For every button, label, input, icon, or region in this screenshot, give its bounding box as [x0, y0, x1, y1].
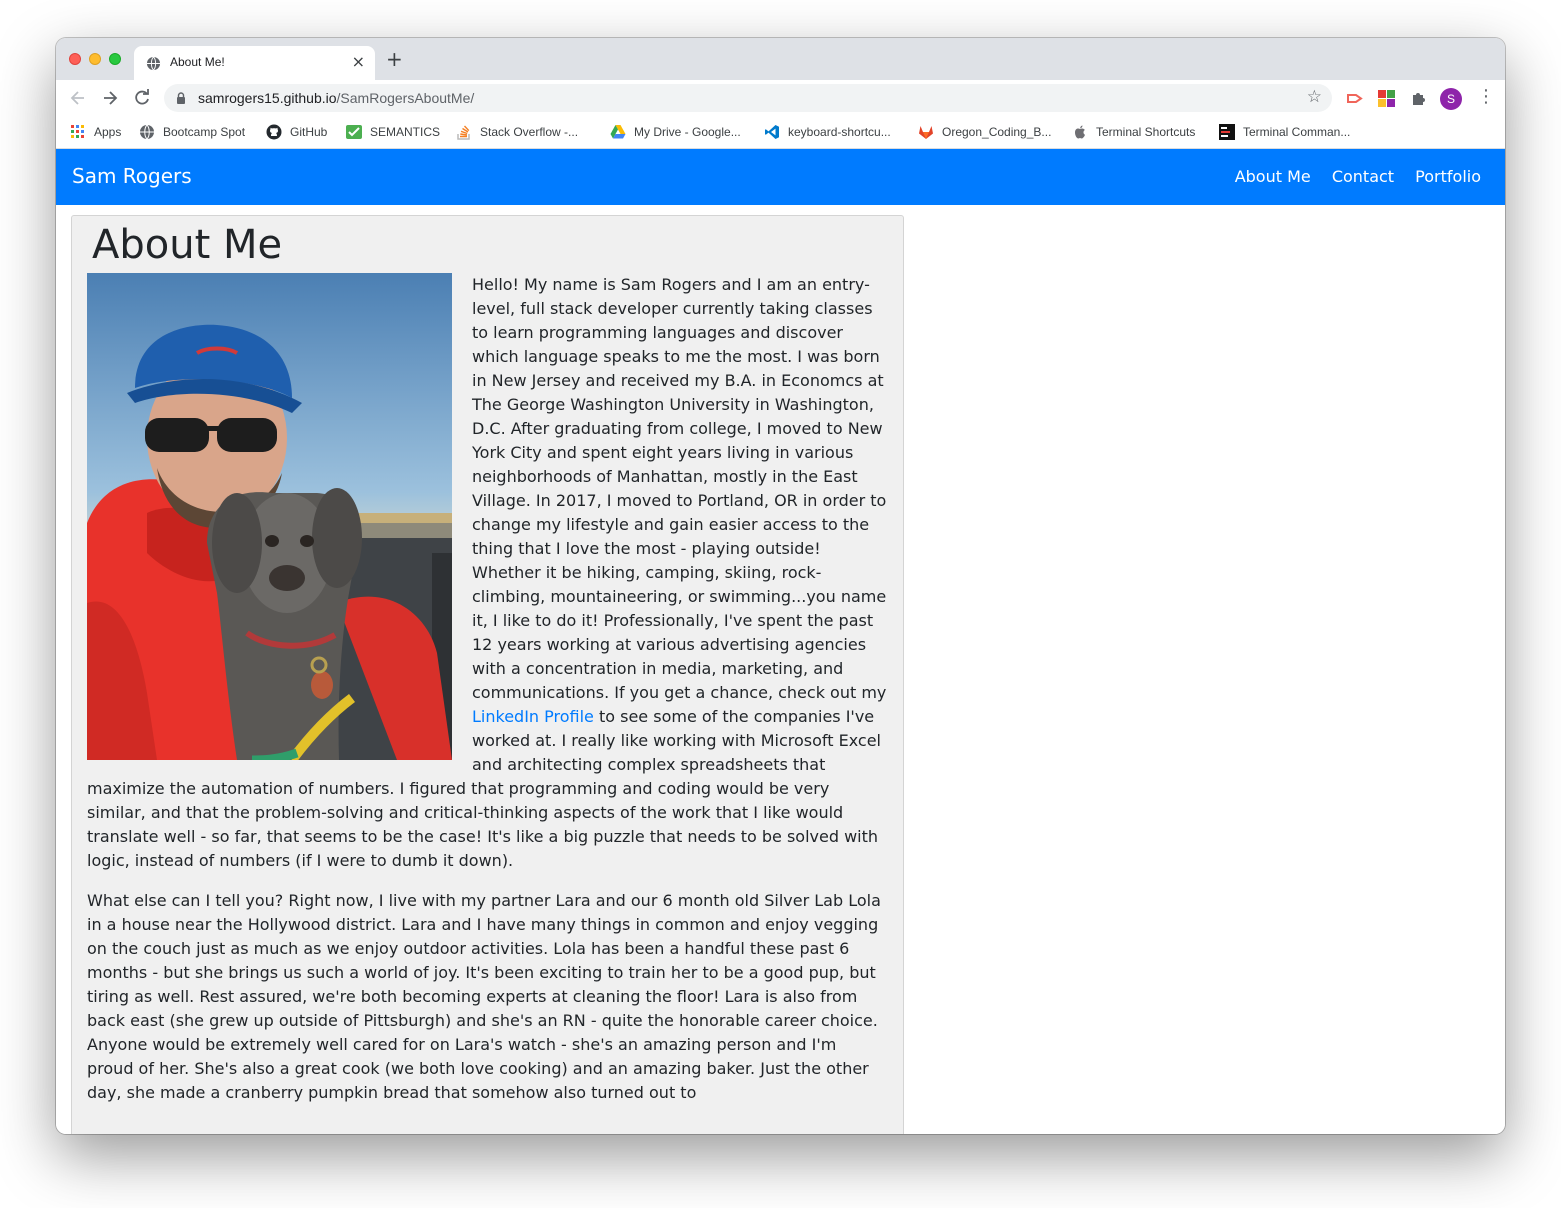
new-tab-button[interactable]: +: [386, 49, 403, 69]
tab-strip: About Me! × +: [56, 38, 1505, 80]
minimize-window-button[interactable]: [89, 53, 101, 65]
bookmark-label: Oregon_Coding_B...: [942, 125, 1052, 139]
site-nav-links: About Me Contact Portfolio: [1219, 167, 1481, 186]
url-path: /SamRogersAboutMe/: [336, 90, 475, 106]
url-host: samrogers15.github.io: [198, 90, 337, 106]
about-paragraph-2: What else can I tell you? Right now, I l…: [87, 891, 881, 1102]
linkedin-profile-link[interactable]: LinkedIn Profile: [472, 707, 594, 726]
stackoverflow-icon: [457, 125, 470, 140]
site-navbar: Sam Rogers About Me Contact Portfolio: [56, 149, 1505, 205]
tab-about-me[interactable]: About Me! ×: [134, 46, 375, 80]
tab-close-icon[interactable]: ×: [352, 52, 365, 71]
page-viewport: Sam Rogers About Me Contact Portfolio Ab…: [56, 149, 1505, 1134]
zoom-window-button[interactable]: [109, 53, 121, 65]
google-drive-icon: [610, 125, 626, 139]
gitlab-icon: [919, 126, 933, 139]
about-content: Hello! My name is Sam Rogers and I am an…: [87, 273, 887, 1121]
semantics-icon: [346, 125, 362, 139]
lock-icon: [177, 92, 185, 104]
apple-icon: [1075, 125, 1085, 139]
globe-icon: [146, 56, 161, 71]
tab-title: About Me!: [170, 55, 225, 69]
browser-menu-icon[interactable]: ⋮: [1477, 86, 1495, 108]
globe-icon: [140, 124, 154, 140]
nav-link-about-me[interactable]: About Me: [1235, 167, 1311, 186]
bookmark-star-icon[interactable]: ☆: [1307, 88, 1322, 106]
extension-cast-icon[interactable]: [1346, 90, 1363, 107]
about-heading: About Me: [92, 222, 283, 268]
bookmark-label: Apps: [94, 125, 122, 139]
nav-link-contact[interactable]: Contact: [1332, 167, 1394, 186]
nav-link-portfolio[interactable]: Portfolio: [1415, 167, 1481, 186]
bookmark-label: SEMANTICS: [370, 125, 441, 139]
url-text: samrogers15.github.io/SamRogersAboutMe/: [198, 90, 474, 106]
extension-color-icon[interactable]: [1378, 90, 1395, 107]
forward-arrow-icon[interactable]: [100, 88, 120, 108]
bookmark-label: GitHub: [290, 125, 328, 139]
reload-icon[interactable]: [132, 88, 152, 108]
back-arrow-icon[interactable]: [68, 88, 88, 108]
address-bar[interactable]: samrogers15.github.io/SamRogersAboutMe/ …: [164, 84, 1332, 112]
site-brand[interactable]: Sam Rogers: [72, 164, 192, 188]
extensions-puzzle-icon[interactable]: [1410, 90, 1427, 107]
bookmark-label: keyboard-shortcu...: [788, 125, 891, 139]
bookmark-label: Terminal Comman...: [1243, 125, 1351, 139]
bookmark-label: Bootcamp Spot: [163, 125, 246, 139]
github-icon: [266, 124, 282, 140]
bookmark-label: Stack Overflow -...: [480, 125, 579, 139]
about-card: About Me Hello! My name is Sam Rogers an…: [71, 215, 904, 1134]
close-window-button[interactable]: [69, 53, 81, 65]
apps-grid-icon: [71, 125, 84, 138]
browser-toolbar: samrogers15.github.io/SamRogersAboutMe/ …: [56, 80, 1505, 116]
vscode-icon: [765, 125, 779, 139]
bookmarks-bar: Apps Bootcamp Spot GitHub SEMANTICS Stac…: [56, 116, 1505, 149]
profile-avatar[interactable]: S: [1440, 88, 1462, 110]
terminal-icon: [1219, 124, 1235, 140]
profile-photo: [87, 273, 452, 760]
about-p1-text: Hello! My name is Sam Rogers and I am an…: [472, 275, 887, 702]
browser-window: About Me! × + samrogers15.github.io/SamR…: [56, 38, 1505, 1134]
bookmark-label: Terminal Shortcuts: [1096, 125, 1196, 139]
bookmark-label: My Drive - Google...: [634, 125, 741, 139]
